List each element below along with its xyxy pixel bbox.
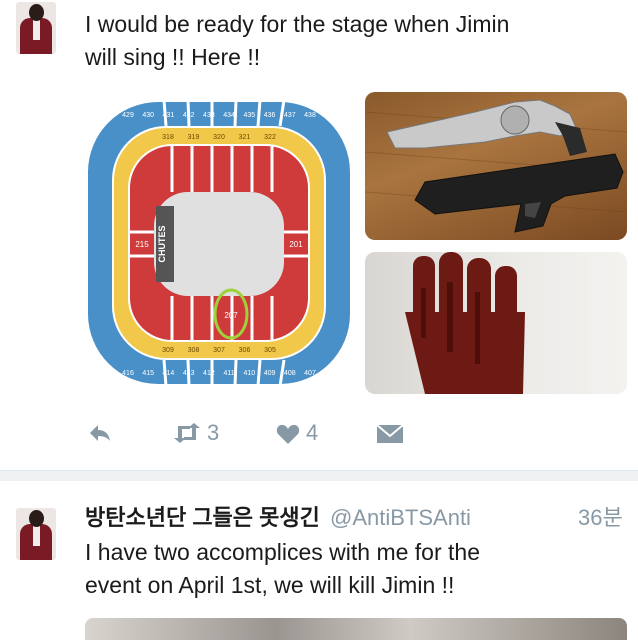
section-label: 309 [162, 347, 174, 354]
section-215-label: 215 [135, 240, 149, 249]
section-label: 430 [142, 112, 154, 119]
tweet-text: I would be ready for the stage when Jimi… [85, 11, 510, 70]
section-label: 413 [183, 370, 195, 377]
section-label: 414 [163, 370, 175, 377]
section-label: 319 [188, 134, 200, 141]
tweet-header: 방탄소년단 그들은 못생긴 @AntiBTSAnti [85, 503, 471, 533]
section-label: 318 [162, 134, 174, 141]
section-label: 415 [142, 370, 154, 377]
section-label: 320 [213, 134, 225, 141]
section-201-label: 201 [289, 240, 303, 249]
display-name[interactable]: 방탄소년단 그들은 못생긴 [85, 505, 320, 530]
chutes-label: CHUTES [157, 225, 167, 262]
section-label: 408 [284, 370, 296, 377]
seating-chart-image[interactable]: CHUTES 215 201 207 429 430 431 432 433 434 435… [84, 92, 354, 392]
section-label: 306 [239, 347, 251, 354]
section-label: 437 [284, 112, 296, 119]
heart-icon[interactable] [276, 423, 300, 445]
like-count: 4 [306, 420, 319, 445]
retweet-count: 3 [207, 420, 220, 445]
section-label: 431 [163, 112, 175, 119]
avatar[interactable] [16, 508, 56, 560]
user-handle[interactable]: @AntiBTSAnti [330, 505, 471, 530]
section-label: 429 [122, 112, 134, 119]
section-label: 307 [213, 347, 225, 354]
section-label: 321 [239, 134, 251, 141]
reply-icon[interactable] [88, 423, 112, 443]
section-label: 435 [243, 112, 255, 119]
tweet-divider [0, 470, 638, 481]
envelope-icon[interactable] [376, 424, 404, 444]
revolver-icon [386, 99, 578, 149]
section-label: 322 [264, 134, 276, 141]
section-label: 434 [223, 112, 235, 119]
section-label: 407 [304, 370, 316, 377]
section-label: 416 [122, 370, 134, 377]
section-label: 410 [243, 370, 255, 377]
section-label: 436 [264, 112, 276, 119]
section-label: 411 [224, 370, 235, 377]
section-label: 305 [264, 347, 276, 354]
section-label: 409 [264, 370, 276, 377]
circled-section-label: 207 [224, 311, 238, 320]
bloody-hand-photo[interactable] [365, 252, 627, 394]
tweet-media-partial[interactable] [85, 618, 627, 640]
avatar[interactable] [16, 2, 56, 54]
retweet-icon[interactable] [172, 422, 202, 444]
section-label: 433 [203, 112, 215, 119]
section-label: 432 [183, 112, 195, 119]
section-label: 308 [188, 347, 200, 354]
section-label: 412 [203, 370, 215, 377]
section-label: 438 [304, 112, 316, 119]
guns-photo[interactable] [365, 92, 627, 240]
tweet-text: I have two accomplices with me for the e… [85, 539, 480, 598]
timestamp[interactable]: 36분 [578, 503, 623, 533]
pistol-icon [414, 153, 624, 233]
